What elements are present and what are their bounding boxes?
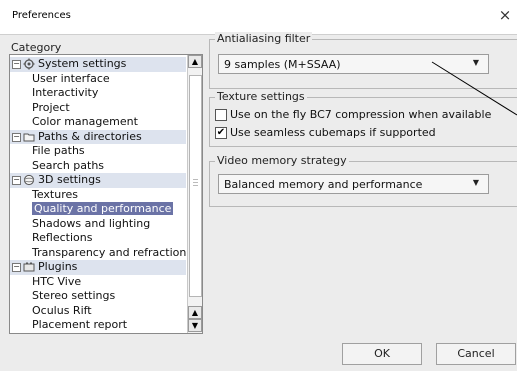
tree-item-wrap: Interactivity [32, 86, 98, 101]
tree-group-row[interactable]: − Paths & directories [10, 129, 186, 144]
grip-line [193, 182, 198, 183]
tree-item-wrap: Transparency and refraction [32, 246, 186, 261]
video-memory-title: Video memory strategy [215, 154, 349, 167]
tree-item-wrap: Oculus Rift [32, 304, 92, 319]
tree-item-label: Project [32, 100, 70, 114]
tree-item[interactable]: Color management [10, 115, 186, 130]
scroll-up-arrow-icon[interactable]: ▲ [188, 55, 202, 68]
title-bar: Preferences × [0, 0, 517, 35]
tree-item[interactable]: HTC Vive [10, 275, 186, 290]
tree-item-label: Stereo settings [32, 289, 116, 302]
tree-item-label: Transparency and refraction [32, 245, 187, 259]
tree-item-wrap: Color management [32, 115, 138, 130]
tree-item-label: Color management [32, 115, 138, 128]
checkbox-icon[interactable] [215, 109, 227, 121]
tree-item-wrap: Project [32, 101, 70, 116]
tree-group-label: 3D settings [38, 173, 101, 186]
gear-icon [23, 58, 35, 70]
seamless-cubemaps-label: Use seamless cubemaps if supported [230, 126, 436, 139]
video-memory-dropdown[interactable]: Balanced memory and performance ▼ [218, 174, 489, 194]
tree-item-label: Search paths [32, 158, 105, 172]
tree-item[interactable]: Reflections [10, 231, 186, 246]
tree-item[interactable]: File paths [10, 144, 186, 159]
texture-settings-title: Texture settings [215, 90, 307, 103]
tree-item-wrap: Reflections [32, 231, 92, 246]
grip-line [193, 179, 198, 180]
window-title: Preferences [12, 10, 71, 21]
tree-item-wrap: Shadows and lighting [32, 217, 150, 232]
sphere-icon [23, 174, 35, 186]
tree-group-label: Paths & directories [38, 129, 142, 143]
scroll-down-arrow-icon[interactable]: ▼ [188, 319, 202, 332]
scroll-up-arrow-icon[interactable]: ▲ [188, 306, 202, 319]
tree-item-label: User interface [32, 71, 110, 85]
dialog-content: Category − System settings User interface I… [0, 32, 517, 337]
tree-item[interactable]: Shadows and lighting [10, 217, 186, 232]
tree-item-wrap: Quality and performance [32, 202, 174, 217]
dialog-footer: OK Cancel [0, 337, 517, 371]
tree-item-wrap: Search paths [32, 159, 104, 174]
tree-item-selected[interactable]: Quality and performance [10, 202, 186, 217]
tree-item-label: Reflections [32, 231, 93, 244]
tree-item-wrap: Stereo settings [32, 289, 115, 304]
collapse-toggle-icon[interactable]: − [12, 176, 21, 185]
tree-group-row[interactable]: − 3D settings [10, 173, 186, 188]
cancel-button[interactable]: Cancel [436, 343, 516, 365]
tree-item-label: Oculus Rift [32, 303, 92, 317]
tree-item[interactable]: Textures [10, 188, 186, 203]
scrollbar-thumb[interactable] [189, 75, 202, 297]
tree-item[interactable]: Placement report [10, 318, 186, 333]
collapse-toggle-icon[interactable]: − [12, 263, 21, 272]
collapse-toggle-icon[interactable]: − [12, 132, 21, 142]
close-icon[interactable]: × [496, 6, 514, 24]
tree-group-row[interactable]: − System settings [10, 57, 186, 72]
tree-item[interactable]: User interface [10, 72, 186, 87]
tree-item-label: HTC Vive [32, 274, 82, 288]
tree-item-label: Shadows and lighting [32, 216, 151, 230]
tree-item-wrap: User interface [32, 72, 110, 87]
tree-item[interactable]: Interactivity [10, 86, 186, 101]
tree-item-label: Placement report [32, 318, 128, 331]
ok-button[interactable]: OK [342, 343, 422, 365]
tree-item[interactable]: Search paths [10, 159, 186, 174]
video-memory-group: Video memory strategy Balanced memory an… [209, 154, 517, 207]
collapse-toggle-icon[interactable]: − [12, 60, 21, 69]
category-scrollbar[interactable]: ▲ ▲ ▼ [187, 55, 202, 333]
category-tree: − System settings User interface Interactiv… [10, 57, 186, 333]
tree-item-label: Interactivity [32, 86, 99, 99]
tree-item-wrap: Textures [32, 188, 78, 203]
tree-item[interactable]: Stereo settings [10, 289, 186, 304]
tree-item[interactable]: Transparency and refraction [10, 246, 186, 261]
plugin-icon [23, 261, 35, 273]
folder-icon [23, 131, 35, 143]
tree-item[interactable]: Oculus Rift [10, 304, 186, 319]
chevron-down-icon: ▼ [472, 178, 479, 187]
tree-item[interactable]: Project [10, 101, 186, 116]
tree-group-label: Plugins [38, 260, 78, 273]
tree-item-wrap: HTC Vive [32, 275, 81, 290]
category-label: Category [11, 41, 62, 54]
antialiasing-value: 9 samples (M+SSAA) [224, 58, 341, 71]
checkbox-icon[interactable]: ✔ [215, 127, 227, 139]
tree-group-label: System settings [38, 57, 127, 70]
tree-group-row[interactable]: − Plugins [10, 260, 186, 275]
tree-item-wrap: Placement report [32, 318, 127, 333]
category-tree-panel: − System settings User interface Interactiv… [9, 54, 203, 334]
tree-item-label: File paths [32, 144, 85, 157]
annotation-line [431, 61, 517, 116]
video-memory-value: Balanced memory and performance [224, 178, 423, 191]
tree-item-label: Quality and performance [32, 202, 174, 215]
grip-line [193, 185, 198, 186]
tree-item-label: Textures [32, 187, 78, 201]
tree-item-wrap: File paths [32, 144, 85, 159]
antialiasing-title: Antialiasing filter [215, 32, 313, 45]
